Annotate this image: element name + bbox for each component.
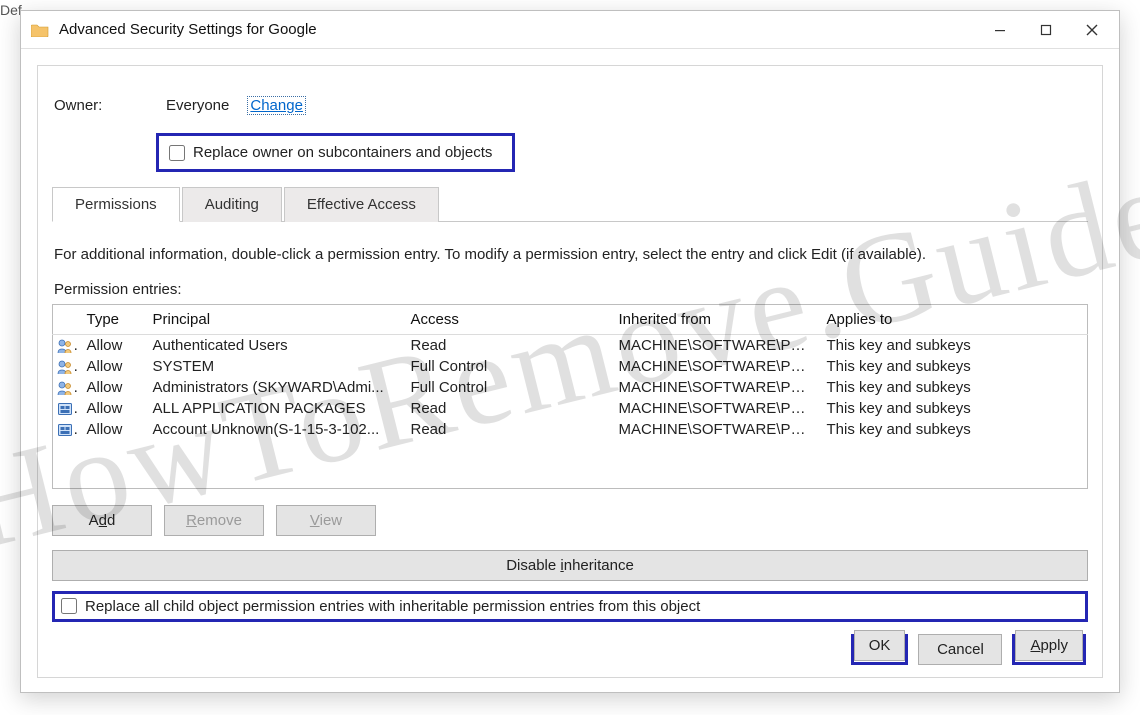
table-row[interactable]: AllowAuthenticated UsersReadMACHINE\SOFT… — [53, 335, 1088, 357]
replace-owner-row: Replace owner on subcontainers and objec… — [156, 133, 1088, 172]
replace-owner-label: Replace owner on subcontainers and objec… — [193, 144, 492, 161]
table-row[interactable]: AllowAccount Unknown(S-1-15-3-102...Read… — [53, 419, 1088, 440]
disable-inheritance-row: Disable inheritance — [52, 550, 1088, 581]
table-header-row: Type Principal Access Inherited from App… — [53, 305, 1088, 335]
cell-type: Allow — [79, 356, 145, 377]
apply-button[interactable]: Apply — [1015, 630, 1083, 661]
disable-inheritance-button[interactable]: Disable inheritance — [52, 550, 1088, 581]
tabs: Permissions Auditing Effective Access — [52, 186, 1088, 222]
package-icon — [57, 422, 73, 438]
cancel-button[interactable]: Cancel — [918, 634, 1002, 665]
col-principal[interactable]: Principal — [145, 305, 403, 335]
close-button[interactable] — [1069, 15, 1115, 45]
owner-row: Owner: Everyone Change — [52, 96, 1088, 115]
tab-effective-access[interactable]: Effective Access — [284, 187, 439, 222]
owner-label: Owner: — [54, 97, 166, 114]
titlebar: Advanced Security Settings for Google — [21, 11, 1119, 49]
remove-button[interactable]: Remove — [164, 505, 264, 536]
replace-owner-highlight: Replace owner on subcontainers and objec… — [156, 133, 515, 172]
view-button[interactable]: View — [276, 505, 376, 536]
cell-principal: Administrators (SKYWARD\Admi... — [145, 377, 403, 398]
cell-inherited: MACHINE\SOFTWARE\Po... — [611, 335, 819, 357]
package-icon — [57, 401, 73, 417]
col-applies[interactable]: Applies to — [819, 305, 1088, 335]
cell-inherited: MACHINE\SOFTWARE\Po... — [611, 419, 819, 440]
table-row[interactable]: AllowAdministrators (SKYWARD\Admi...Full… — [53, 377, 1088, 398]
security-settings-window: Advanced Security Settings for Google Ow… — [20, 10, 1120, 693]
inner-panel: Owner: Everyone Change Replace owner on … — [37, 65, 1103, 678]
col-type[interactable]: Type — [79, 305, 145, 335]
users-icon — [57, 359, 73, 375]
cell-type: Allow — [79, 377, 145, 398]
col-access[interactable]: Access — [403, 305, 611, 335]
entries-label: Permission entries: — [54, 281, 1088, 298]
cell-type: Allow — [79, 335, 145, 357]
cell-inherited: MACHINE\SOFTWARE\Po... — [611, 398, 819, 419]
permission-entries-table[interactable]: Type Principal Access Inherited from App… — [52, 304, 1088, 489]
cell-principal: Account Unknown(S-1-15-3-102... — [145, 419, 403, 440]
apply-highlight: Apply — [1012, 634, 1086, 665]
cell-type: Allow — [79, 419, 145, 440]
dialog-buttons-row: OK Cancel Apply — [52, 634, 1088, 665]
maximize-button[interactable] — [1023, 15, 1069, 45]
ok-highlight: OK — [851, 634, 909, 665]
change-owner-link[interactable]: Change — [247, 96, 306, 115]
cell-principal: SYSTEM — [145, 356, 403, 377]
replace-child-checkbox[interactable] — [61, 598, 77, 614]
cell-access: Read — [403, 398, 611, 419]
tab-auditing[interactable]: Auditing — [182, 187, 282, 222]
window-controls — [977, 11, 1115, 48]
users-icon — [57, 380, 73, 396]
cell-applies: This key and subkeys — [819, 356, 1088, 377]
add-button[interactable]: Add — [52, 505, 152, 536]
cell-access: Read — [403, 419, 611, 440]
entry-buttons-row: Add Remove View — [52, 505, 1088, 536]
cell-inherited: MACHINE\SOFTWARE\Po... — [611, 377, 819, 398]
folder-icon — [31, 23, 49, 37]
ok-button[interactable]: OK — [854, 630, 906, 661]
cell-access: Full Control — [403, 356, 611, 377]
window-title: Advanced Security Settings for Google — [59, 21, 317, 38]
owner-name: Everyone — [166, 97, 229, 114]
minimize-button[interactable] — [977, 15, 1023, 45]
table-row[interactable]: AllowSYSTEMFull ControlMACHINE\SOFTWARE\… — [53, 356, 1088, 377]
cell-access: Read — [403, 335, 611, 357]
cell-type: Allow — [79, 398, 145, 419]
cell-principal: ALL APPLICATION PACKAGES — [145, 398, 403, 419]
window-content: Owner: Everyone Change Replace owner on … — [21, 65, 1119, 692]
tab-permissions[interactable]: Permissions — [52, 187, 180, 222]
cell-inherited: MACHINE\SOFTWARE\Po... — [611, 356, 819, 377]
replace-child-highlight: Replace all child object permission entr… — [52, 591, 1088, 622]
replace-child-label: Replace all child object permission entr… — [85, 598, 700, 615]
cell-applies: This key and subkeys — [819, 335, 1088, 357]
info-text: For additional information, double-click… — [54, 246, 1086, 263]
cell-applies: This key and subkeys — [819, 419, 1088, 440]
users-icon — [57, 338, 73, 354]
col-inherited[interactable]: Inherited from — [611, 305, 819, 335]
table-row[interactable]: AllowALL APPLICATION PACKAGESReadMACHINE… — [53, 398, 1088, 419]
cell-access: Full Control — [403, 377, 611, 398]
cell-applies: This key and subkeys — [819, 377, 1088, 398]
cell-applies: This key and subkeys — [819, 398, 1088, 419]
replace-owner-checkbox[interactable] — [169, 145, 185, 161]
cell-principal: Authenticated Users — [145, 335, 403, 357]
